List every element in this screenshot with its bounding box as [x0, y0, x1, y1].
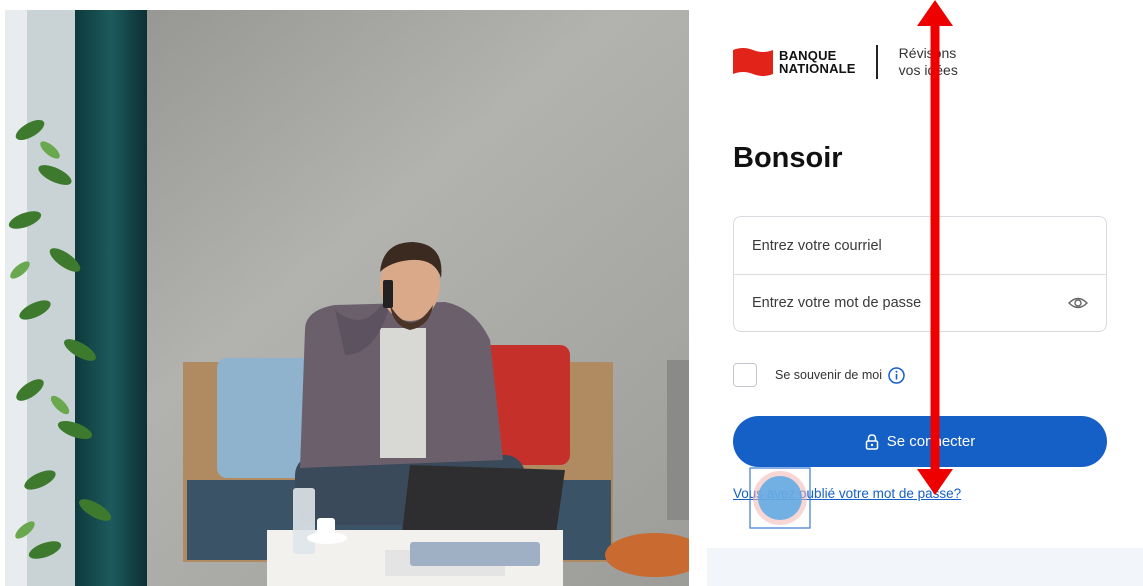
hero-photo [5, 10, 689, 586]
brand-logo[interactable]: BANQUE NATIONALE Révisons vos idées [733, 42, 993, 82]
password-input[interactable] [752, 295, 1042, 311]
hero-photo-illustration [5, 10, 689, 586]
forgot-password-link[interactable]: Vous avez oublié votre mot de passe? [733, 486, 961, 501]
login-button-label: Se connecter [886, 433, 976, 450]
remember-me-row: Se souvenir de moi [733, 362, 905, 388]
lock-icon [865, 433, 879, 450]
brand-name-line2: NATIONALE [779, 61, 856, 76]
footer-strip [707, 548, 1143, 586]
brand-name: BANQUE NATIONALE [779, 49, 856, 75]
login-form [733, 216, 1107, 332]
remember-me-label[interactable]: Se souvenir de moi [775, 368, 882, 382]
eye-icon[interactable] [1068, 295, 1088, 311]
email-input[interactable] [752, 237, 1042, 254]
page-title: Bonsoir [733, 142, 843, 174]
info-icon[interactable] [888, 366, 905, 384]
brand-tagline-line1: Révisons [898, 45, 957, 61]
brand-tagline: Révisons vos idées [899, 45, 958, 79]
brand-tagline-line2: vos idées [898, 62, 958, 78]
password-field-row [734, 274, 1106, 331]
login-panel: BANQUE NATIONALE Révisons vos idées Bons… [689, 0, 1143, 586]
email-field-row [734, 217, 1106, 274]
flag-logo-icon [733, 48, 773, 76]
login-button[interactable]: Se connecter [733, 416, 1107, 467]
remember-me-checkbox[interactable] [733, 363, 757, 387]
logo-divider [875, 45, 878, 79]
